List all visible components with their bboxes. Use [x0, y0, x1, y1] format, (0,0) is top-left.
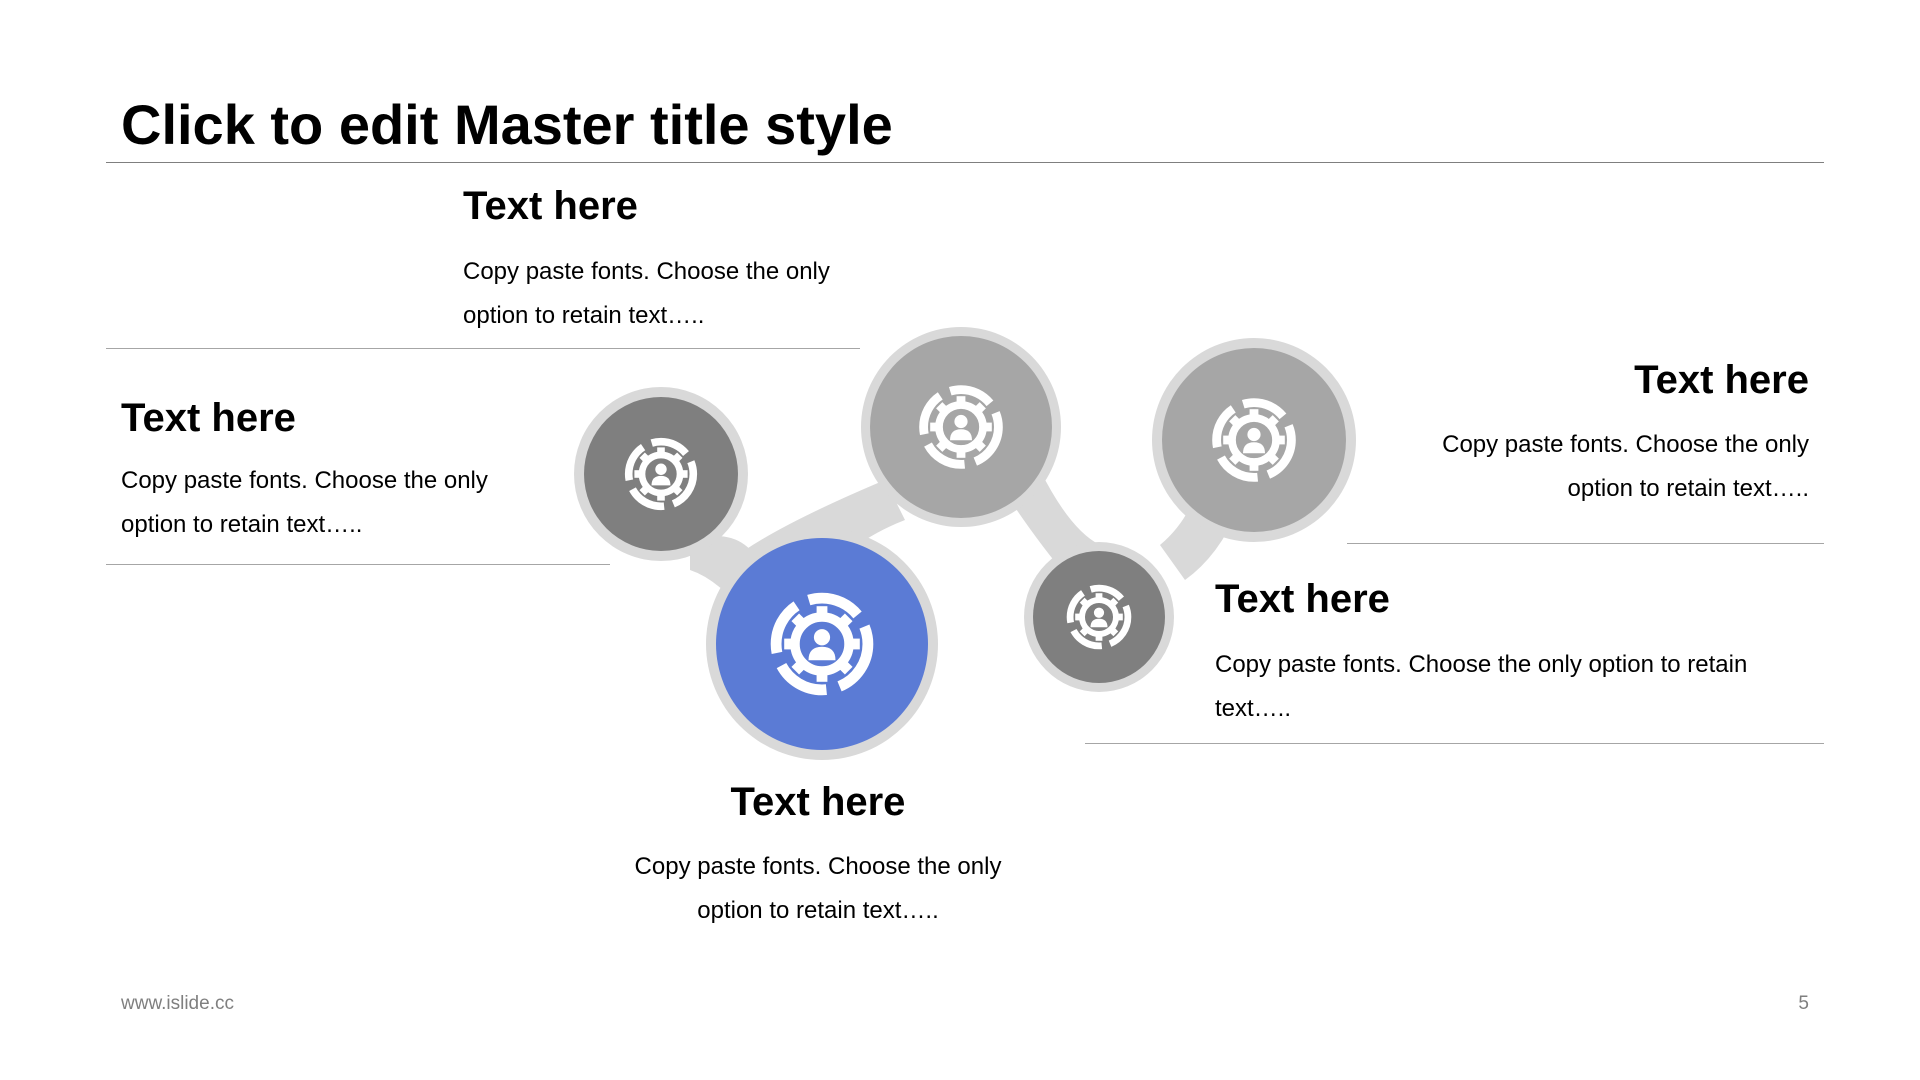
gear-user-icon — [1070, 588, 1128, 646]
gear-user-icon — [629, 442, 694, 507]
text-block-title: Text here — [463, 184, 638, 228]
divider-line — [106, 348, 860, 349]
diagram-node-4 — [1024, 542, 1174, 692]
gear-user-icon — [1217, 403, 1292, 478]
diagram-node-2 — [706, 528, 938, 760]
page-number: 5 — [1798, 993, 1809, 1014]
text-block-body: Copy paste fonts. Choose the only option… — [1442, 431, 1809, 502]
divider-line — [1347, 543, 1824, 544]
text-block-body: Copy paste fonts. Choose the only option… — [121, 467, 488, 538]
footer-website: www.islide.cc — [121, 993, 234, 1014]
diagram-node-3 — [861, 327, 1061, 527]
text-block-body: Copy paste fonts. Choose the only option… — [1215, 651, 1748, 722]
text-block-body: Copy paste fonts. Choose the only option… — [634, 853, 1002, 924]
text-block-title: Text here — [1215, 577, 1390, 621]
divider-line — [1085, 743, 1824, 744]
divider-line — [106, 564, 610, 565]
text-block-title: Text here — [1634, 358, 1809, 402]
text-block-body: Copy paste fonts. Choose the only option… — [463, 258, 830, 329]
gear-user-icon — [924, 390, 999, 465]
diagram-node-1 — [574, 387, 748, 561]
diagram-node-5 — [1152, 338, 1356, 542]
gear-user-icon — [776, 598, 868, 690]
text-block-title: Text here — [730, 780, 906, 824]
text-block-title: Text here — [121, 396, 296, 440]
